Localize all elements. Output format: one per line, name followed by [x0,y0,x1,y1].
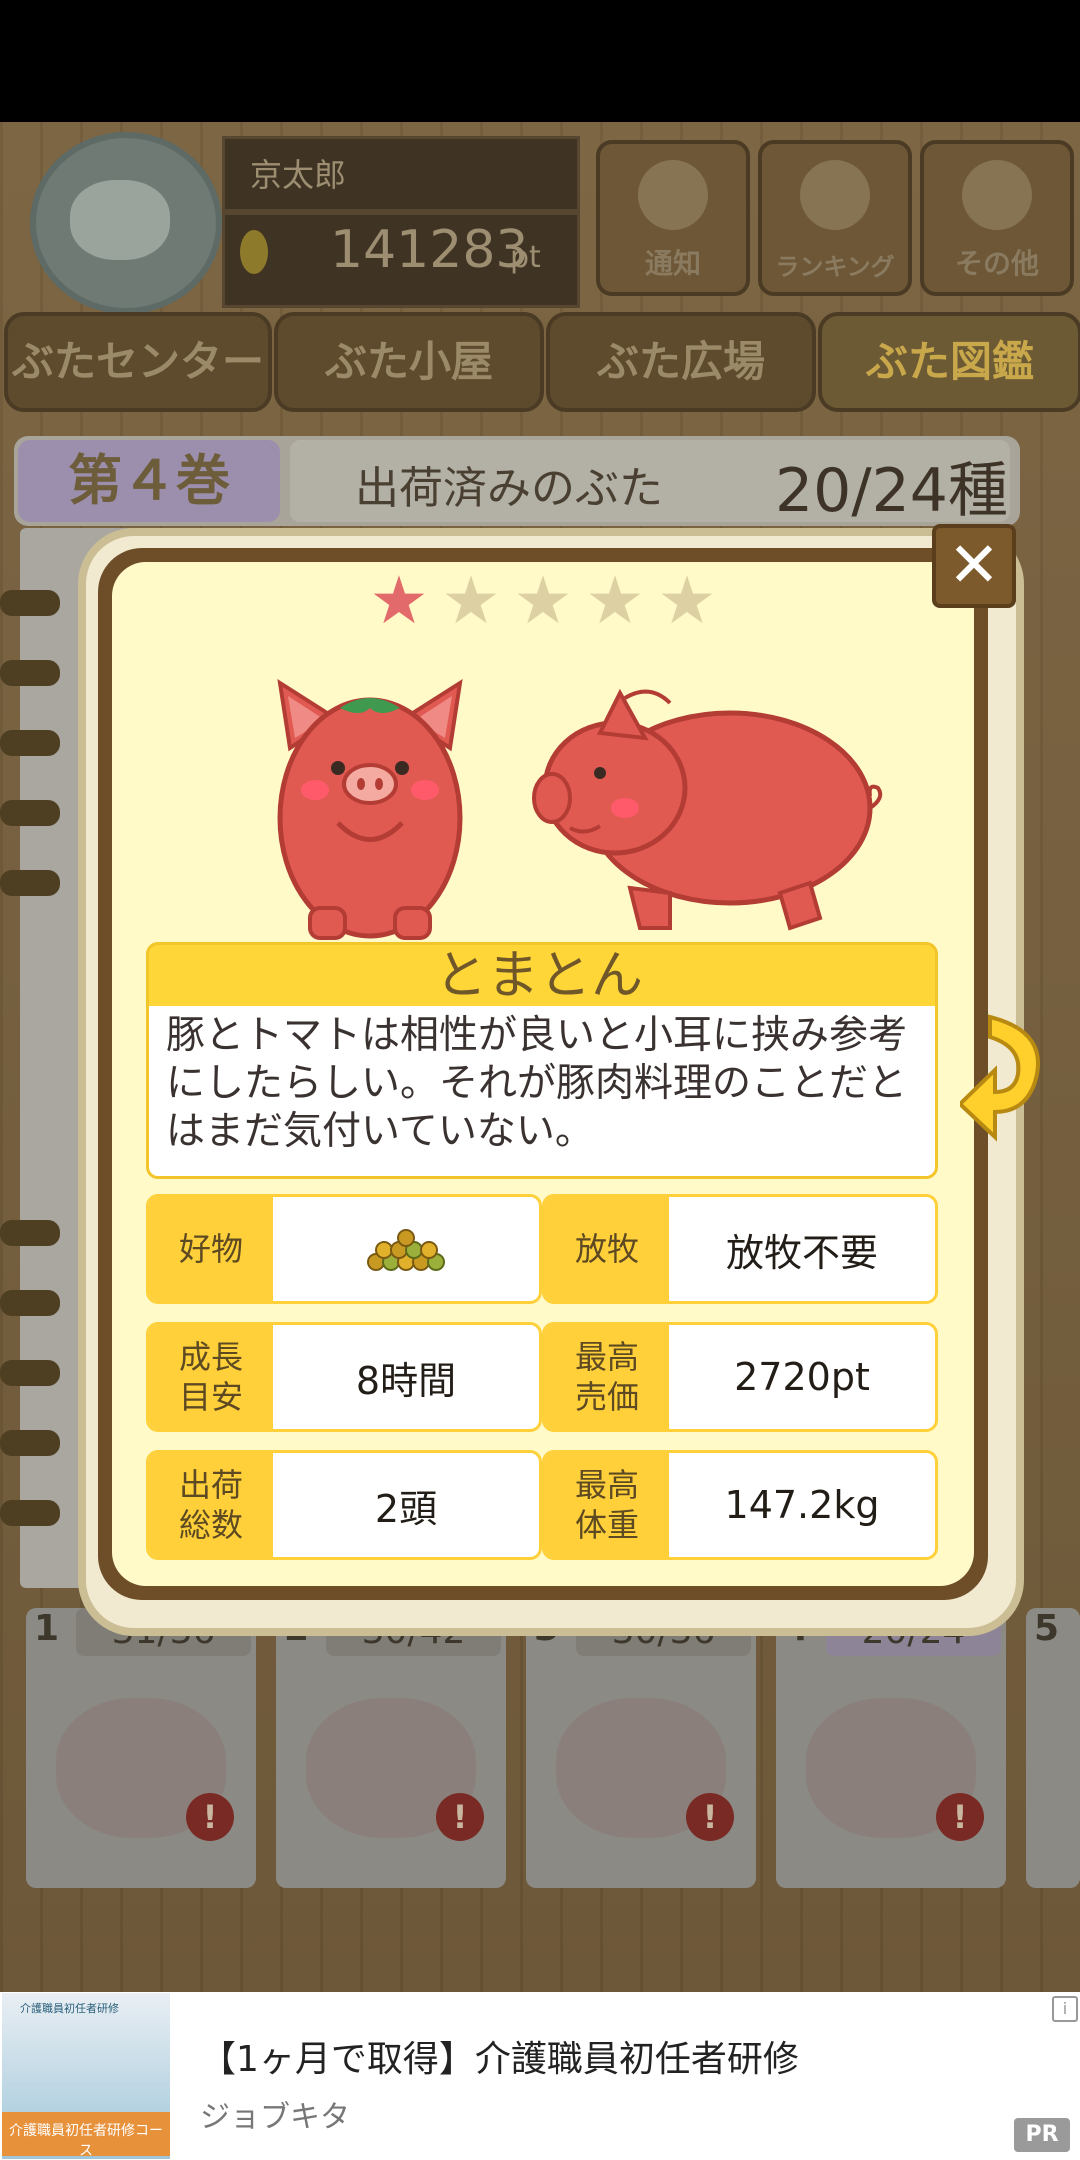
binder-ring [0,590,60,616]
alert-badge-icon: ! [436,1793,484,1841]
tomato-pig-side-image [532,688,883,931]
binder-ring [0,660,60,686]
stat-favorite-food: 好物 [146,1194,542,1304]
stat-value: 147.2kg [724,1483,880,1527]
rarity-stars: ★ ★ ★ ★ ★ [366,568,726,640]
volume-book-5[interactable]: 5 [1026,1608,1080,1888]
pig-description: 豚とトマトは相性が良いと小耳に挟み参考にしたらしい。それが豚肉料理のことだとはま… [166,1013,908,1154]
ranking-button[interactable]: ランキング [758,140,912,296]
volume-book-3[interactable]: 3 30/36 ! [526,1608,756,1888]
tab-buta-center[interactable]: ぶたセンター [4,312,272,412]
crown-icon [800,160,870,230]
close-button[interactable]: ✕ [932,524,1016,608]
stat-value: 2720pt [734,1355,870,1399]
volume-book-1[interactable]: 1 31/36 ! [26,1608,256,1888]
binder-ring [0,1360,60,1386]
star-empty-icon: ★ [513,562,573,639]
volume-book-2[interactable]: 2 30/42 ! [276,1608,506,1888]
alert-badge-icon: ! [936,1793,984,1841]
star-empty-icon: ★ [585,562,645,639]
stat-growth-time: 成長 目安 8時間 [146,1322,542,1432]
settings-label: その他 [954,247,1039,280]
ad-image-band-text: 介護職員初任者研修コース [9,2123,163,2159]
bell-icon [638,160,708,230]
ranking-label: ランキング [775,253,895,281]
star-empty-icon: ★ [657,562,717,639]
gear-icon [962,160,1032,230]
volume-number: 1 [34,1608,60,1649]
stat-value: 放牧不要 [725,1230,878,1275]
binder-ring [0,1500,60,1526]
binder-ring [0,730,60,756]
stat-label: 好物 [149,1197,273,1301]
points-unit: pt [510,240,541,275]
player-name: 京太郎 [250,156,347,194]
stat-max-weight: 最高 体重 147.2kg [542,1450,938,1560]
avatar-pig-icon [70,180,170,260]
tomato-pig-front-image [277,678,463,940]
points-value: 141283 [330,220,529,280]
settings-button[interactable]: その他 [920,140,1074,296]
stat-grazing: 放牧 放牧不要 [542,1194,938,1304]
tab-buta-encyclopedia[interactable]: ぶた図鑑 [818,312,1080,412]
ad-image-caption: 介護職員初任者研修 [20,2002,119,2015]
stat-value [273,1197,539,1301]
binder-ring [0,800,60,826]
notify-button[interactable]: 通知 [596,140,750,296]
notify-label: 通知 [644,247,701,280]
grain-pile-icon [367,1229,445,1271]
tab-buta-plaza[interactable]: ぶた広場 [546,312,816,412]
shipped-count: 20/24種 [775,456,1008,526]
stat-label: 最高 売価 [545,1325,669,1429]
ad-title[interactable]: 【1ヶ月で取得】介護職員初任者研修 [200,2030,799,2082]
binder-ring [0,1430,60,1456]
shipped-label: 出荷済みのぶた [355,463,663,514]
stat-value: 8時間 [355,1358,457,1403]
pig-name: とまとん [434,946,643,1006]
stat-label: 放牧 [545,1197,669,1301]
tab-buta-hut[interactable]: ぶた小屋 [274,312,544,412]
stat-label: 成長 目安 [149,1325,273,1429]
star-empty-icon: ★ [441,562,501,639]
star-filled-icon: ★ [369,562,429,639]
stat-max-price: 最高 売価 2720pt [542,1322,938,1432]
status-bar [0,0,1080,122]
ad-source: ジョブキタ [200,2100,350,2135]
volume-book-4[interactable]: 4 20/24 ! [776,1608,1006,1888]
stat-shipped-total: 出荷 総数 2頭 [146,1450,542,1560]
stat-label: 最高 体重 [545,1453,669,1557]
stat-label: 出荷 総数 [149,1453,273,1557]
alert-badge-icon: ! [186,1793,234,1841]
coin-icon [240,230,268,274]
ad-pr-badge: PR [1014,2118,1070,2152]
stat-value: 2頭 [374,1486,438,1531]
binder-ring [0,1290,60,1316]
next-arrow-icon[interactable] [960,1012,1046,1142]
alert-badge-icon: ! [686,1793,734,1841]
binder-ring [0,1220,60,1246]
volume-number: 5 [1034,1608,1060,1649]
ad-info-icon[interactable]: i [1052,1996,1078,2022]
binder-ring [0,870,60,896]
volume-label: 第４巻 [18,440,280,522]
